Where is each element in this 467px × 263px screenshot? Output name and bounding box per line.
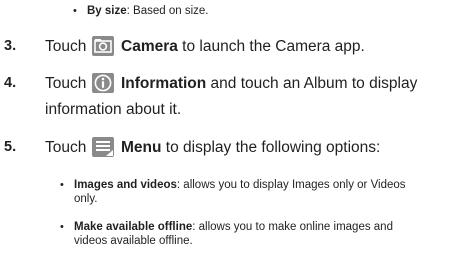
bullet-dot: • xyxy=(60,179,64,191)
step-number: 5. xyxy=(4,139,17,155)
step-label: Information xyxy=(121,75,207,92)
option-desc: : allows you to display Images only or V… xyxy=(176,179,406,191)
step-label: Camera xyxy=(121,38,178,55)
bullet-term: By size xyxy=(87,5,127,17)
step-touch: Touch xyxy=(45,75,87,92)
step-5: 5. Touch Menu to display the following o… xyxy=(4,137,464,159)
bullet-dot: • xyxy=(60,221,64,233)
step-4: 4. Touch Information and touch an Album … xyxy=(4,73,464,123)
step-touch: Touch xyxy=(45,38,87,55)
option-term: Make available offline xyxy=(74,221,193,233)
step-touch: Touch xyxy=(45,139,87,156)
bullet-by-size: • By size: Based on size. xyxy=(73,4,453,18)
option-desc-cont: videos available offline. xyxy=(74,235,193,247)
step-3: 3. Touch Camera to launch the Camera app… xyxy=(4,36,464,58)
step-desc: to launch the Camera app. xyxy=(177,38,365,55)
information-icon xyxy=(92,73,114,93)
step-number: 4. xyxy=(4,75,17,91)
step-desc: and touch an Album to display xyxy=(206,75,418,92)
step-continuation: information about it. xyxy=(45,101,182,118)
bullet-desc: : Based on size. xyxy=(126,5,209,17)
option-make-available-offline: • Make available offline: allows you to … xyxy=(60,220,460,248)
option-images-and-videos: • Images and videos: allows you to displ… xyxy=(60,178,460,206)
option-term: Images and videos xyxy=(74,179,177,191)
bullet-dot: • xyxy=(73,5,77,17)
step-number: 3. xyxy=(4,38,17,54)
step-label: Menu xyxy=(121,139,162,156)
manual-page: • By size: Based on size. 3. Touch Camer… xyxy=(0,0,467,263)
menu-icon xyxy=(92,137,114,157)
camera-icon xyxy=(92,36,114,56)
option-desc-cont: only. xyxy=(74,193,98,205)
option-desc: : allows you to make online images and xyxy=(192,221,393,233)
step-desc: to display the following options: xyxy=(161,139,381,156)
